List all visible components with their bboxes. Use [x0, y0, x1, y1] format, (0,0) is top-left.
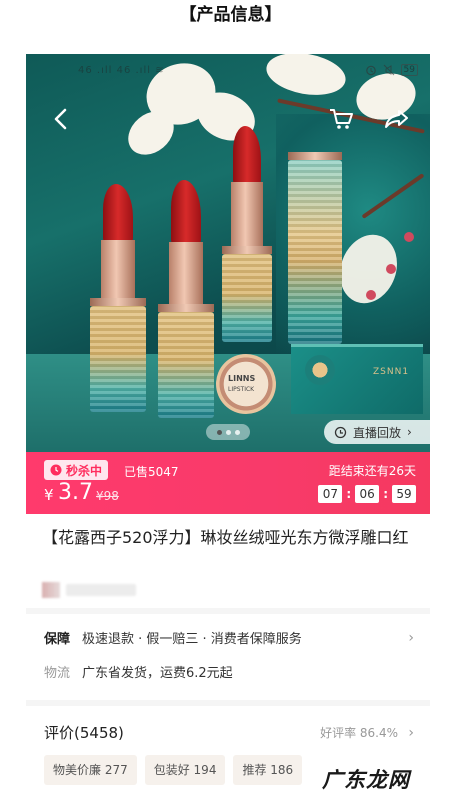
countdown-seconds: 59: [392, 485, 416, 503]
lipstick-image: [288, 152, 342, 344]
pager-dot: [234, 429, 240, 435]
alarm-icon: [365, 65, 376, 76]
pager-dot: [225, 429, 231, 435]
lipstick-image: [158, 180, 214, 418]
packaging-box-image: ZSNN1: [291, 344, 423, 414]
flash-sale-tag: 秒杀中: [44, 460, 109, 480]
product-page: LINNS LIPSTICK ZSNN1 46 .ıll 46 .ıll ≋ 5…: [26, 54, 430, 809]
watermark: 广东龙网: [322, 768, 410, 792]
lipstick-cap-image: LINNS LIPSTICK: [216, 354, 276, 414]
replay-icon: [334, 426, 347, 438]
divider: [26, 608, 430, 614]
shipping-row: 物流 广东省发货，运费6.2元起: [44, 662, 414, 681]
review-tag[interactable]: 物美价廉 277: [44, 755, 137, 785]
guarantee-value: 极速退款 · 假一赔三 · 消费者保障服务: [82, 632, 302, 647]
product-image-carousel[interactable]: LINNS LIPSTICK ZSNN1 46 .ıll 46 .ıll ≋ 5…: [26, 54, 430, 452]
live-replay-button[interactable]: 直播回放 ›: [324, 420, 430, 444]
carousel-pager: [206, 424, 250, 440]
reviews-header[interactable]: 评价(5458) 好评率 86.4% ›: [44, 722, 414, 743]
status-bar: 46 .ıll 46 .ıll ≋ 59: [26, 54, 430, 88]
shop-info-blurred: [42, 582, 142, 598]
battery-icon: 59: [400, 64, 418, 76]
chevron-right-icon: ›: [408, 724, 414, 741]
divider: [26, 700, 430, 706]
review-tag[interactable]: 包装好 194: [144, 755, 226, 785]
flash-sale-banner: 秒杀中 已售5047 ¥ 3.7 ¥98 距结束还有26天 07 : 06 : …: [26, 452, 430, 514]
cart-icon: [330, 109, 353, 129]
chevron-right-icon: ›: [408, 629, 414, 646]
guarantee-row[interactable]: 保障 极速退款 · 假一赔三 · 消费者保障服务 ›: [44, 628, 414, 648]
chevron-left-icon: [54, 108, 67, 130]
chevron-right-icon: ›: [407, 425, 412, 439]
mute-icon: [383, 64, 394, 76]
guarantee-label: 保障: [44, 632, 71, 647]
review-tags: 物美价廉 277 包装好 194 推荐 186: [44, 755, 303, 785]
shipping-value: 广东省发货，运费6.2元起: [82, 666, 233, 681]
price-currency: ¥: [44, 486, 54, 504]
pager-dot: [216, 429, 222, 435]
sold-count: 已售5047: [124, 465, 179, 479]
sale-price: 3.7: [58, 480, 93, 505]
cart-button[interactable]: [326, 104, 356, 134]
reviews-title: 评价(5458): [44, 724, 124, 742]
countdown-timer: 07 : 06 : 59: [318, 485, 416, 503]
original-price: ¥98: [96, 489, 119, 503]
countdown-minutes: 06: [355, 485, 380, 503]
countdown-label: 距结束还有26天: [328, 464, 416, 478]
shipping-label: 物流: [44, 666, 71, 681]
review-tag[interactable]: 推荐 186: [233, 755, 303, 785]
product-title: 【花露西子520浮力】琳妆丝绒哑光东方微浮雕口红: [42, 528, 409, 547]
back-button[interactable]: [46, 104, 76, 134]
countdown-hours: 07: [318, 485, 343, 503]
lipstick-image: [90, 184, 146, 412]
section-title: 【产品信息】: [179, 5, 282, 25]
clock-icon: [50, 464, 62, 476]
lipstick-image: [222, 126, 272, 342]
positive-rate: 好评率 86.4%: [320, 726, 398, 740]
replay-label: 直播回放: [353, 425, 402, 440]
share-icon: [385, 110, 408, 128]
share-button[interactable]: [382, 104, 412, 134]
